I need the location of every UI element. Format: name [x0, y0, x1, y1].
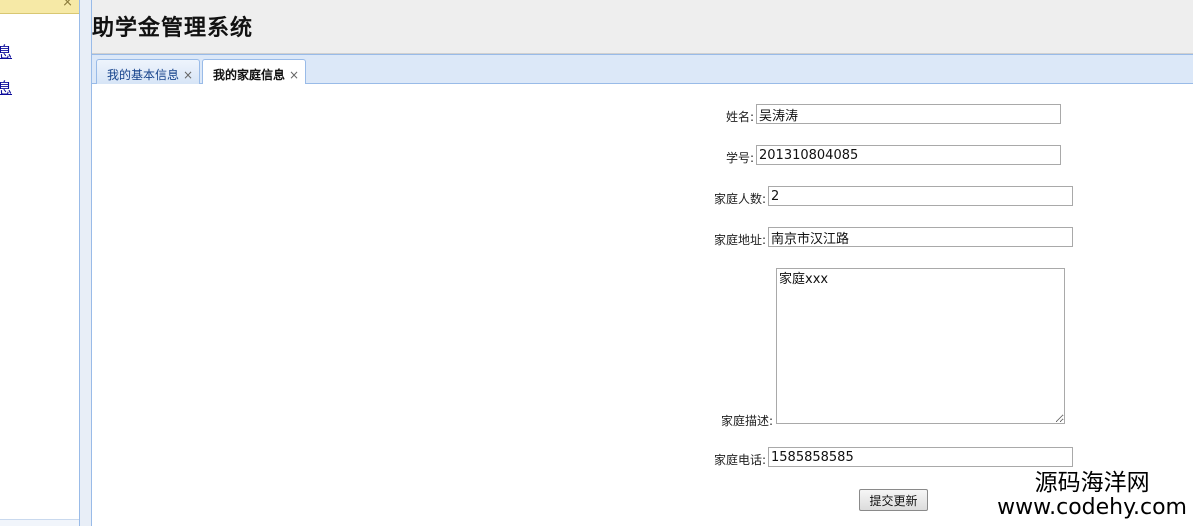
submit-update-button[interactable]: 提交更新 — [859, 489, 928, 511]
phone-label: 家庭电话: — [714, 453, 767, 467]
family-size-field[interactable] — [768, 186, 1073, 206]
page-title: 助学金管理系统 — [92, 16, 254, 41]
tab-basic-info[interactable]: 我的基本信息 × — [96, 59, 201, 85]
watermark: 源码海洋网 www.codehy.com — [997, 470, 1187, 520]
tab-label: 我的基本信息 — [107, 68, 180, 82]
phone-field[interactable] — [768, 447, 1073, 467]
close-icon[interactable]: × — [183, 68, 193, 82]
sidebar-footer — [0, 519, 79, 526]
sidebar-item-link-1[interactable]: 息 — [0, 41, 12, 62]
family-size-label: 家庭人数: — [714, 192, 767, 206]
description-label: 家庭描述: — [721, 414, 774, 428]
sidebar-panel: × 息 息 — [0, 0, 80, 526]
close-icon[interactable]: × — [289, 68, 299, 82]
tab-family-info[interactable]: 我的家庭信息 × — [202, 59, 307, 86]
address-label: 家庭地址: — [714, 233, 767, 247]
address-field[interactable] — [768, 227, 1073, 247]
close-icon[interactable]: × — [62, 0, 73, 10]
family-info-form: 姓名: 学号: 家庭人数: 家庭地址: 家庭描述: 家庭xxx 家庭电话: 提交… — [92, 84, 1193, 526]
layout-splitter[interactable] — [80, 0, 92, 526]
app-header: 助学金管理系统 — [92, 0, 1193, 54]
tab-strip: 我的基本信息 × 我的家庭信息 × — [92, 54, 1193, 86]
description-field[interactable]: 家庭xxx — [776, 268, 1065, 424]
student-id-field[interactable] — [756, 145, 1061, 165]
tab-label: 我的家庭信息 — [213, 68, 286, 82]
name-field[interactable] — [756, 104, 1061, 124]
student-id-label: 学号: — [726, 151, 755, 165]
watermark-line-2: www.codehy.com — [997, 495, 1187, 520]
sidebar-item-link-2[interactable]: 息 — [0, 77, 12, 98]
sidebar-header: × — [0, 0, 79, 14]
name-label: 姓名: — [726, 110, 755, 124]
watermark-line-1: 源码海洋网 — [1034, 470, 1150, 496]
